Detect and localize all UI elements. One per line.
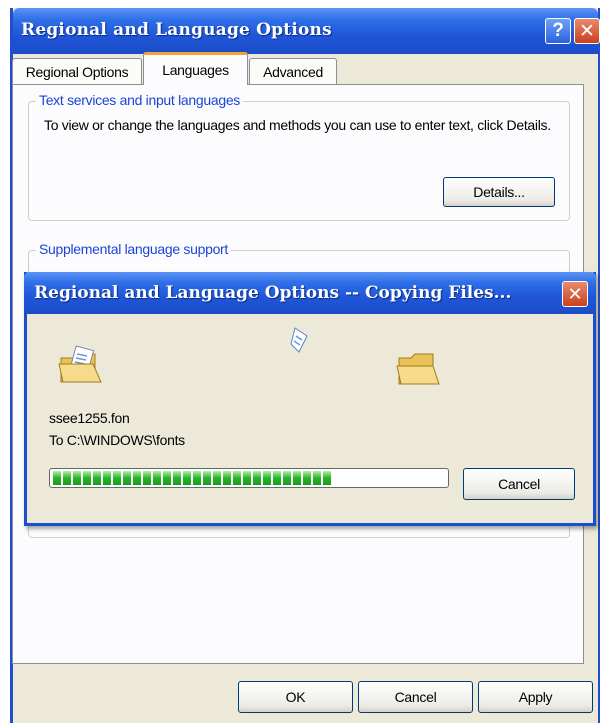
flying-document-icon: [290, 327, 308, 353]
progress-block: [323, 471, 331, 485]
progress-block: [103, 471, 111, 485]
progress-block: [153, 471, 161, 485]
progress-block: [173, 471, 181, 485]
details-button[interactable]: Details...: [443, 177, 555, 207]
progress-block: [233, 471, 241, 485]
supplemental-legend: Supplemental language support: [36, 241, 232, 257]
ok-button[interactable]: OK: [238, 681, 353, 713]
destination-folder-icon: [396, 353, 440, 385]
file-name: ssee1255.fon: [49, 410, 130, 426]
dialog-close-button[interactable]: ✕: [562, 281, 588, 307]
progress-block: [63, 471, 71, 485]
progress-block: [253, 471, 261, 485]
progress-block: [283, 471, 291, 485]
progress-block: [273, 471, 281, 485]
copy-progress-bar: [49, 468, 449, 488]
progress-block: [183, 471, 191, 485]
window-title: Regional and Language Options: [21, 20, 332, 40]
tab-advanced[interactable]: Advanced: [249, 58, 337, 84]
dialog-title: Regional and Language Options -- Copying…: [34, 283, 512, 303]
progress-block: [203, 471, 211, 485]
text-services-legend: Text services and input languages: [36, 92, 244, 108]
source-folder-icon: [58, 345, 102, 383]
progress-block: [83, 471, 91, 485]
progress-block: [293, 471, 301, 485]
copy-progress-fill: [53, 471, 445, 485]
progress-block: [243, 471, 251, 485]
progress-block: [113, 471, 121, 485]
file-destination: To C:\WINDOWS\fonts: [49, 432, 185, 448]
progress-block: [303, 471, 311, 485]
dialog-title-bar[interactable]: Regional and Language Options -- Copying…: [24, 272, 596, 314]
dialog-cancel-button[interactable]: Cancel: [463, 468, 575, 500]
progress-block: [193, 471, 201, 485]
progress-block: [263, 471, 271, 485]
apply-button[interactable]: Apply: [478, 681, 593, 713]
progress-block: [123, 471, 131, 485]
progress-block: [93, 471, 101, 485]
help-button[interactable]: ?: [545, 18, 571, 44]
cancel-button[interactable]: Cancel: [358, 681, 473, 713]
copy-files-dialog: Regional and Language Options -- Copying…: [24, 272, 596, 526]
progress-block: [213, 471, 221, 485]
progress-block: [163, 471, 171, 485]
progress-block: [223, 471, 231, 485]
text-services-description: To view or change the languages and meth…: [44, 117, 551, 133]
close-button[interactable]: ✕: [574, 18, 600, 44]
progress-block: [313, 471, 321, 485]
progress-block: [73, 471, 81, 485]
progress-block: [143, 471, 151, 485]
progress-block: [53, 471, 61, 485]
tab-languages[interactable]: Languages: [143, 52, 248, 85]
title-bar[interactable]: Regional and Language Options ? ✕: [13, 8, 600, 54]
tab-regional-options[interactable]: Regional Options: [12, 58, 142, 84]
progress-block: [133, 471, 141, 485]
